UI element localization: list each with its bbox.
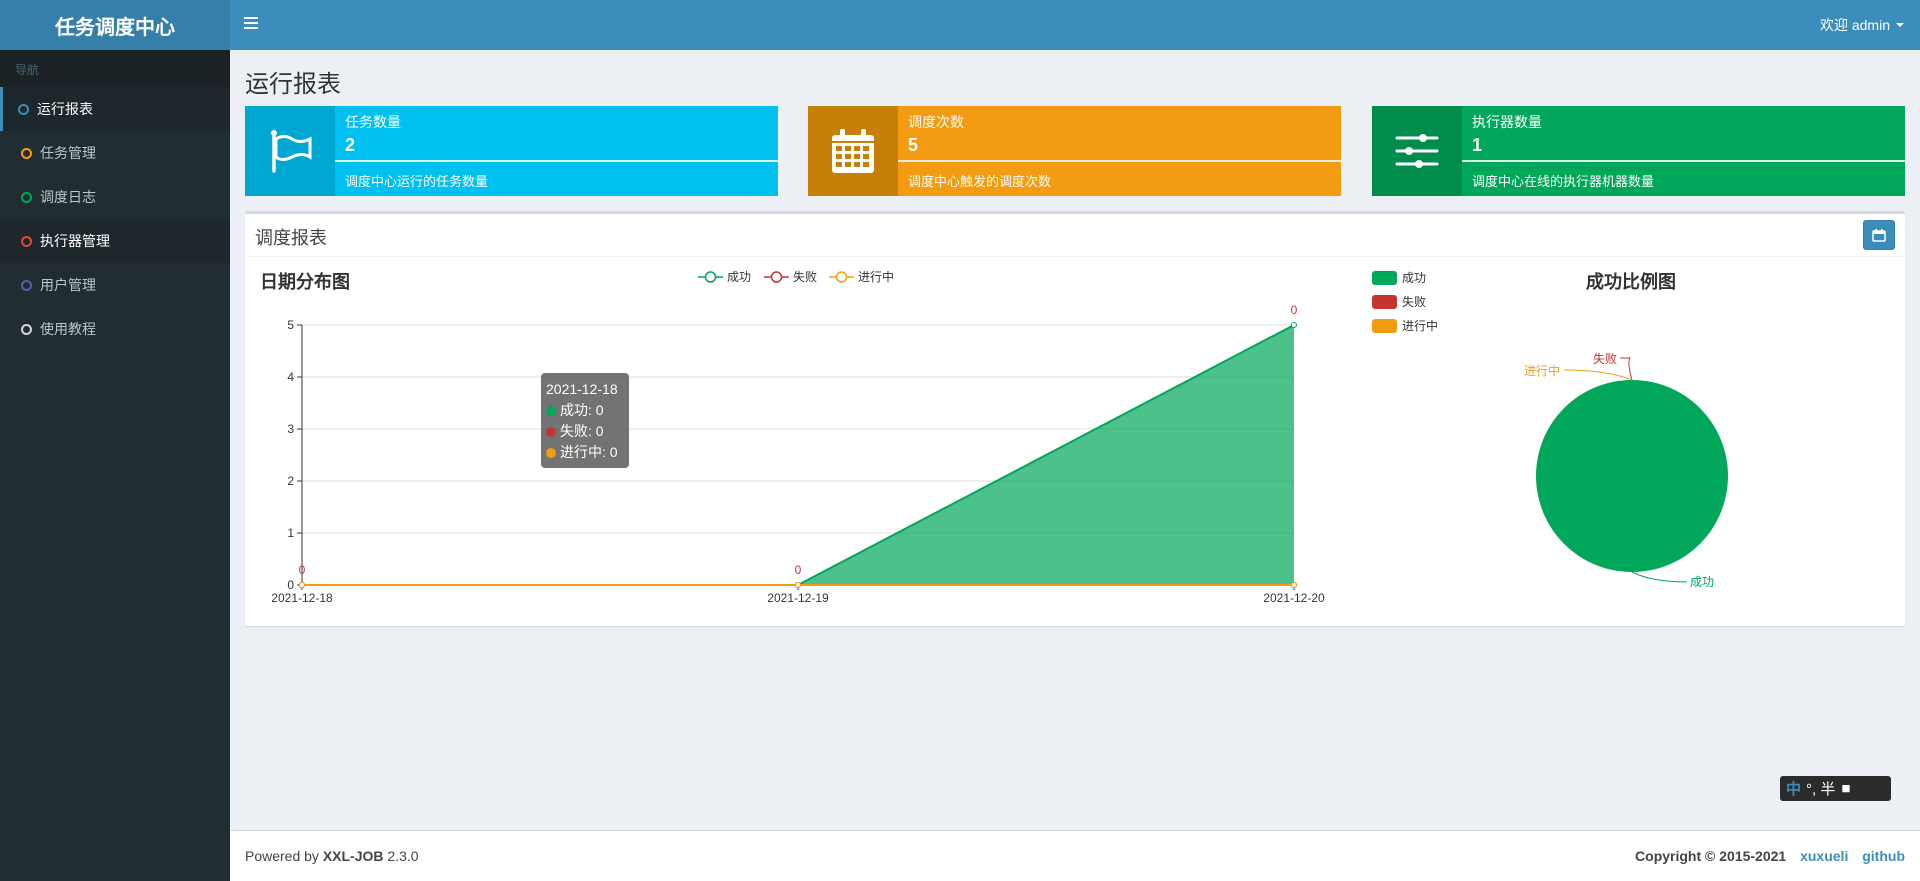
circle-icon	[21, 235, 32, 247]
ime-status[interactable]: °, 半	[1806, 778, 1835, 799]
stat-card-jobs: 任务数量 2 调度中心运行的任务数量	[245, 106, 778, 196]
stat-description: 调度中心在线的执行器机器数量	[1472, 174, 1655, 189]
tooltip-value: 成功: 0	[560, 402, 604, 418]
calendar-icon	[808, 106, 898, 196]
footer-prefix: Powered by	[245, 848, 323, 864]
sidebar-item-label: 运行报表	[37, 101, 93, 117]
footer: Powered by XXL-JOB 2.3.0 Copyright © 201…	[230, 830, 1920, 881]
page-title: 运行报表	[245, 71, 341, 98]
legend-swatch	[1372, 270, 1397, 285]
sidebar-item-users[interactable]: 用户管理	[0, 263, 230, 307]
sidebar-toggle-icon[interactable]	[244, 17, 258, 29]
stat-value: 5	[908, 135, 919, 155]
legend-label: 进行中	[858, 270, 895, 284]
legend-label: 失败	[793, 270, 818, 284]
author-link[interactable]: xuxueli	[1800, 848, 1848, 864]
top-navbar: 欢迎 admin	[230, 0, 1920, 50]
sidebar-item-label: 执行器管理	[40, 233, 110, 249]
sidebar-item-label: 用户管理	[40, 277, 96, 293]
caret-down-icon	[1896, 23, 1904, 27]
footer-powered: Powered by XXL-JOB 2.3.0	[245, 848, 419, 864]
circle-icon	[21, 147, 32, 159]
legend-label: 失败	[1402, 295, 1427, 309]
tooltip-line-success: 成功: 0	[546, 400, 624, 421]
tooltip-line-running: 进行中: 0	[546, 442, 624, 463]
pie-chart-title: 成功比例图	[1586, 272, 1676, 292]
user-menu[interactable]: 欢迎 admin	[1820, 0, 1904, 50]
sidebar-item-logs[interactable]: 调度日志	[0, 175, 230, 219]
stat-card-triggers: 调度次数 5 调度中心触发的调度次数	[808, 106, 1341, 196]
chart-tooltip: 2021-12-18 成功: 0 失败: 0 进行中: 0	[541, 373, 629, 468]
legend-success[interactable]: 成功	[698, 268, 751, 285]
legend-swatch	[1372, 294, 1397, 309]
legend-running[interactable]: 进行中	[829, 268, 894, 285]
legend-label: 进行中	[1402, 319, 1439, 333]
ime-chinese-icon[interactable]: 中	[1786, 778, 1801, 799]
stat-label: 调度次数	[908, 114, 964, 130]
sidebar-item-label: 调度日志	[40, 189, 96, 205]
skin-icon[interactable]: ■	[1841, 780, 1850, 797]
circle-icon	[18, 103, 29, 115]
github-link[interactable]: github	[1862, 848, 1905, 864]
circle-icon	[21, 279, 32, 291]
progress-bar	[1462, 160, 1905, 162]
copyright-text: Copyright © 2015-2021	[1635, 848, 1787, 864]
stat-card-executors: 执行器数量 1 调度中心在线的执行器机器数量	[1372, 106, 1905, 196]
app-logo[interactable]: 任务调度中心	[0, 0, 230, 50]
tooltip-value: 进行中: 0	[560, 444, 618, 460]
legend-label: 成功	[1402, 271, 1427, 285]
report-title: 调度报表	[255, 228, 327, 248]
footer-copyright: Copyright © 2015-2021 xuxueli github	[1635, 848, 1905, 864]
sidebar-item-help[interactable]: 使用教程	[0, 307, 230, 351]
sidebar-item-label: 使用教程	[40, 321, 96, 337]
sidebar-header: 导航	[0, 50, 230, 87]
stat-value: 2	[345, 135, 356, 155]
progress-bar	[335, 160, 778, 162]
sidebar-item-report[interactable]: 运行报表	[0, 87, 230, 131]
stat-label: 执行器数量	[1472, 114, 1542, 130]
legend-line-icon	[764, 270, 789, 283]
footer-brand: XXL-JOB	[322, 848, 384, 864]
stat-label: 任务数量	[345, 114, 401, 130]
legend-label: 成功	[727, 270, 752, 284]
stat-description: 调度中心触发的调度次数	[908, 174, 1052, 189]
legend-line-icon	[829, 270, 854, 283]
calendar-icon	[1872, 229, 1886, 242]
pie-legend-success[interactable]: 成功	[1372, 269, 1426, 286]
pie-legend-fail[interactable]: 失败	[1372, 293, 1426, 310]
sidebar-item-jobs[interactable]: 任务管理	[0, 131, 230, 175]
tooltip-line-fail: 失败: 0	[546, 421, 624, 442]
sidebar-item-executors[interactable]: 执行器管理	[0, 219, 230, 263]
legend-fail[interactable]: 失败	[764, 268, 817, 285]
user-menu-label: 欢迎 admin	[1819, 17, 1890, 33]
footer-version: 2.3.0	[383, 848, 419, 864]
stat-value: 1	[1472, 135, 1483, 155]
sliders-icon	[1372, 106, 1462, 196]
sidebar-item-label: 任务管理	[40, 145, 96, 161]
line-chart-title: 日期分布图	[260, 272, 350, 292]
ime-toolbar[interactable]: 中 °, 半 ■	[1780, 776, 1891, 801]
tooltip-value: 失败: 0	[560, 423, 604, 439]
legend-line-icon	[698, 270, 723, 283]
legend-swatch	[1372, 318, 1397, 333]
stat-description: 调度中心运行的任务数量	[345, 174, 489, 189]
sidebar: 导航 运行报表 任务管理 调度日志 执行器管理 用户管理 使用教程	[0, 50, 230, 881]
tooltip-date: 2021-12-18	[546, 381, 618, 397]
circle-icon	[21, 323, 32, 335]
flag-icon	[245, 106, 335, 196]
date-range-button[interactable]	[1863, 220, 1895, 250]
circle-icon	[21, 191, 32, 203]
progress-bar	[898, 160, 1341, 162]
pie-legend-running[interactable]: 进行中	[1372, 317, 1438, 334]
report-box-header: 调度报表	[245, 214, 1905, 257]
